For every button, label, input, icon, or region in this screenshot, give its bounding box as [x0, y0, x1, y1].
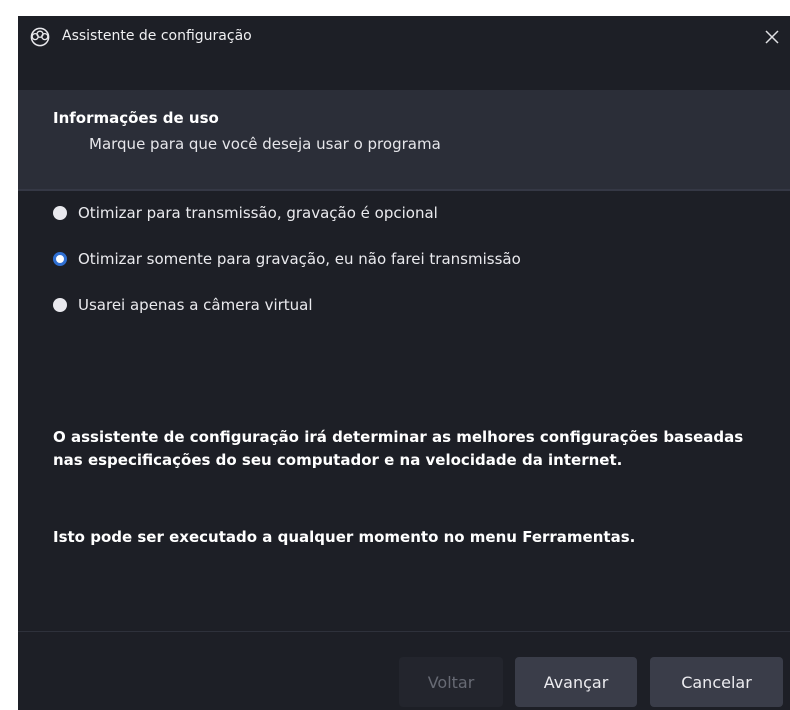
option-label: Otimizar somente para gravação, eu não f… — [78, 250, 521, 268]
back-button[interactable]: Voltar — [399, 657, 503, 707]
page-subtitle: Marque para que você deseja usar o progr… — [89, 135, 441, 153]
radio-button[interactable] — [53, 298, 67, 312]
option-label: Usarei apenas a câmera virtual — [78, 296, 313, 314]
cancel-button[interactable]: Cancelar — [650, 657, 783, 707]
radio-button-selected[interactable] — [53, 252, 67, 266]
info-text-tools-menu: Isto pode ser executado a qualquer momen… — [53, 528, 636, 546]
option-label: Otimizar para transmissão, gravação é op… — [78, 204, 438, 222]
window-title: Assistente de configuração — [62, 28, 252, 44]
radio-button[interactable] — [53, 206, 67, 220]
option-virtual-camera[interactable]: Usarei apenas a câmera virtual — [53, 296, 313, 314]
next-button[interactable]: Avançar — [515, 657, 637, 707]
option-recording-only[interactable]: Otimizar somente para gravação, eu não f… — [53, 250, 521, 268]
obs-logo-icon — [30, 27, 50, 47]
title-bar: Assistente de configuração — [18, 16, 790, 58]
close-icon — [765, 30, 779, 44]
setup-wizard-dialog: Assistente de configuração Informações d… — [18, 16, 790, 710]
option-streaming[interactable]: Otimizar para transmissão, gravação é op… — [53, 204, 438, 222]
page-title: Informações de uso — [53, 109, 219, 127]
info-text-description: O assistente de configuração irá determi… — [53, 428, 744, 469]
close-button[interactable] — [754, 16, 790, 58]
